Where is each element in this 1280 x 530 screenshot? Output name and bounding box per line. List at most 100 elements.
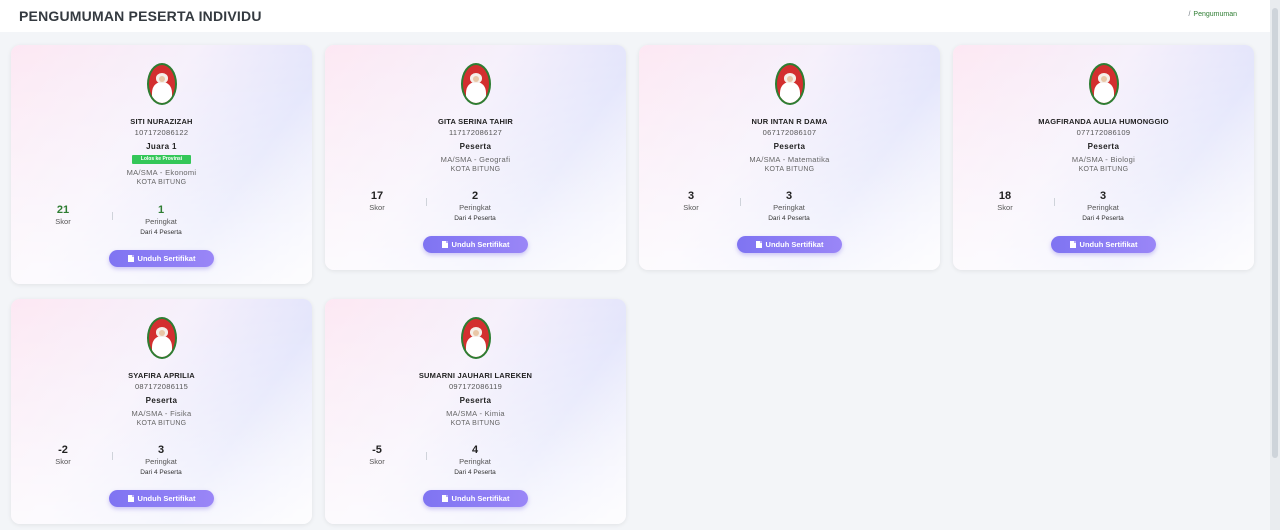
button-label: Unduh Sertifikat [451, 494, 510, 503]
stat-divider [426, 452, 427, 460]
participant-city: KOTA BITUNG [450, 420, 501, 427]
score-label: Skor [369, 203, 385, 212]
rank-value: 3 [1099, 190, 1107, 202]
document-icon [755, 241, 762, 248]
stat-divider [426, 198, 427, 206]
participant-role: Peserta [459, 396, 492, 405]
download-certificate-button[interactable]: Unduh Sertifikat [109, 250, 214, 267]
participant-role: Peserta [459, 142, 492, 151]
participant-city: KOTA BITUNG [136, 420, 187, 427]
status-badge: Lolos ke Provinsi [132, 155, 191, 164]
rank-label: Peringkat [1087, 203, 1119, 212]
participant-subject: MA/SMA - Biologi [1071, 155, 1136, 164]
participant-id: 087172086115 [134, 382, 189, 391]
document-icon [127, 495, 134, 502]
score-label: Skor [369, 457, 385, 466]
participant-photo [1089, 63, 1119, 105]
score-value: 18 [998, 190, 1012, 202]
rank-label: Peringkat [459, 457, 491, 466]
participant-subject: MA/SMA - Kimia [446, 409, 505, 418]
participant-role: Juara 1 [146, 142, 177, 151]
score-value: 21 [56, 204, 70, 216]
rank-total: Dari 4 Peserta [140, 469, 182, 476]
rank-value: 2 [471, 190, 479, 202]
breadcrumb-separator: / [1188, 11, 1191, 18]
participant-card: SITI NURAZIZAH 107172086122 Juara 1 Lolo… [11, 45, 312, 284]
rank-label: Peringkat [145, 217, 177, 226]
participant-card: SYAFIRA APRILIA 087172086115 Peserta MA/… [11, 299, 312, 524]
document-icon [441, 495, 448, 502]
breadcrumb: / Pengumuman [1188, 11, 1237, 18]
download-certificate-button[interactable]: Unduh Sertifikat [109, 490, 214, 507]
participant-role: Peserta [1087, 142, 1120, 151]
stat-divider [112, 452, 113, 460]
participant-name: SITI NURAZIZAH [130, 117, 193, 126]
score-value: 3 [687, 190, 695, 202]
button-label: Unduh Sertifikat [451, 240, 510, 249]
rank-total: Dari 4 Peserta [1082, 215, 1124, 222]
score-label: Skor [55, 457, 71, 466]
download-certificate-button[interactable]: Unduh Sertifikat [1051, 236, 1156, 253]
participant-city: KOTA BITUNG [1078, 166, 1129, 173]
participant-city: KOTA BITUNG [764, 166, 815, 173]
page-title: PENGUMUMAN PESERTA INDIVIDU [19, 8, 262, 24]
participant-card: MAGFIRANDA AULIA HUMONGGIO 077172086109 … [953, 45, 1254, 270]
score-label: Skor [683, 203, 699, 212]
participant-id: 067172086107 [762, 128, 817, 137]
score-value: 17 [370, 190, 384, 202]
participant-role: Peserta [145, 396, 178, 405]
rank-value: 3 [785, 190, 793, 202]
score-label: Skor [55, 217, 71, 226]
document-icon [441, 241, 448, 248]
participant-role: Peserta [773, 142, 806, 151]
rank-label: Peringkat [773, 203, 805, 212]
button-label: Unduh Sertifikat [137, 494, 196, 503]
download-certificate-button[interactable]: Unduh Sertifikat [423, 236, 528, 253]
participant-name: NUR INTAN R DAMA [751, 117, 828, 126]
participant-name: SYAFIRA APRILIA [128, 371, 195, 380]
participant-id: 107172086122 [134, 128, 189, 137]
participant-photo [461, 63, 491, 105]
score-value: -2 [58, 444, 68, 456]
participant-subject: MA/SMA - Fisika [131, 409, 192, 418]
participant-id: 117172086127 [448, 128, 503, 137]
rank-label: Peringkat [145, 457, 177, 466]
participant-subject: MA/SMA - Matematika [749, 155, 830, 164]
participant-photo [147, 63, 177, 105]
participant-name: GITA SERINA TAHIR [437, 117, 514, 126]
button-label: Unduh Sertifikat [765, 240, 824, 249]
participant-name: MAGFIRANDA AULIA HUMONGGIO [1038, 117, 1169, 126]
participant-city: KOTA BITUNG [450, 166, 501, 173]
participant-card: GITA SERINA TAHIR 117172086127 Peserta M… [325, 45, 626, 270]
rank-value: 4 [471, 444, 479, 456]
stat-divider [112, 212, 113, 220]
top-header: PENGUMUMAN PESERTA INDIVIDU / Pengumuman [0, 0, 1270, 32]
breadcrumb-item-pengumuman[interactable]: Pengumuman [1193, 11, 1237, 18]
button-label: Unduh Sertifikat [1079, 240, 1138, 249]
participant-card: SUMARNI JAUHARI LAREKEN 097172086119 Pes… [325, 299, 626, 524]
scrollbar-thumb[interactable] [1272, 8, 1278, 458]
rank-total: Dari 4 Peserta [454, 469, 496, 476]
participant-photo [775, 63, 805, 105]
rank-total: Dari 4 Peserta [140, 229, 182, 236]
participant-name: SUMARNI JAUHARI LAREKEN [418, 371, 533, 380]
score-value: -5 [372, 444, 382, 456]
rank-label: Peringkat [459, 203, 491, 212]
document-icon [1069, 241, 1076, 248]
rank-value: 3 [157, 444, 165, 456]
score-label: Skor [997, 203, 1013, 212]
document-icon [127, 255, 134, 262]
participant-subject: MA/SMA - Geografi [440, 155, 511, 164]
download-certificate-button[interactable]: Unduh Sertifikat [423, 490, 528, 507]
stat-divider [740, 198, 741, 206]
rank-value: 1 [157, 204, 165, 216]
page-scrollbar[interactable] [1270, 0, 1280, 530]
button-label: Unduh Sertifikat [137, 254, 196, 263]
participant-photo [461, 317, 491, 359]
download-certificate-button[interactable]: Unduh Sertifikat [737, 236, 842, 253]
participant-subject: MA/SMA - Ekonomi [126, 168, 197, 177]
participant-photo [147, 317, 177, 359]
participant-card: NUR INTAN R DAMA 067172086107 Peserta MA… [639, 45, 940, 270]
participant-id: 097172086119 [448, 382, 503, 391]
rank-total: Dari 4 Peserta [454, 215, 496, 222]
